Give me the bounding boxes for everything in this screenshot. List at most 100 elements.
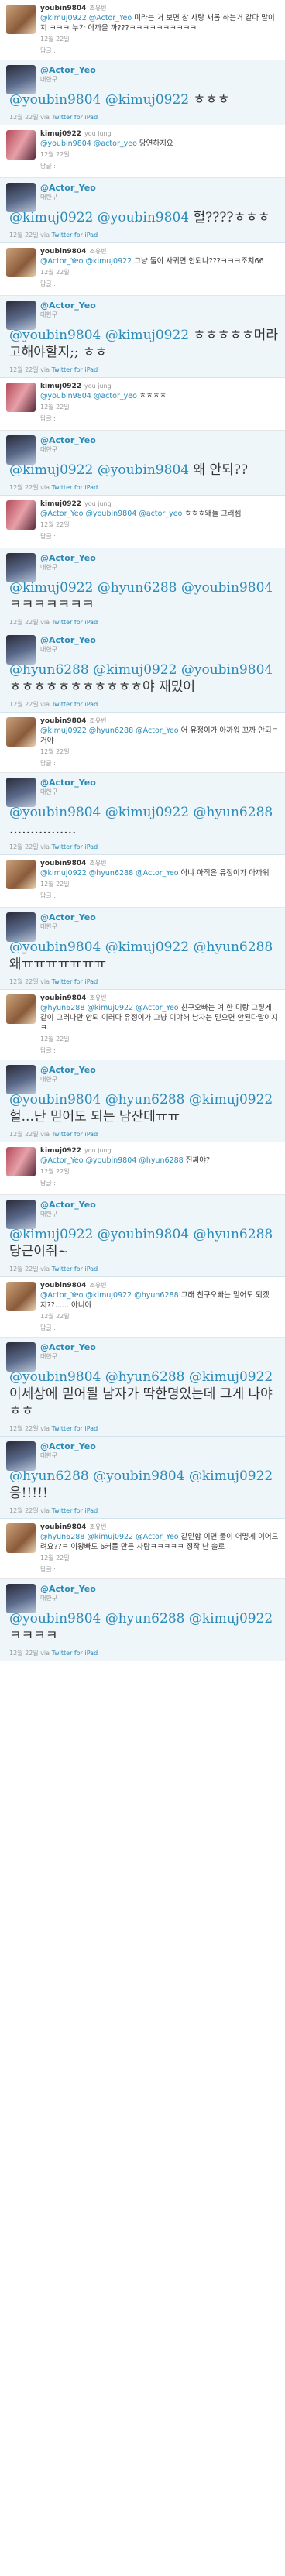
mention-link[interactable]: @youbin9804 — [181, 662, 273, 678]
via-app-link[interactable]: Twitter for iPad — [52, 1131, 98, 1138]
mention-link[interactable]: @kimuj0922 — [105, 92, 189, 108]
avatar[interactable] — [6, 65, 36, 94]
timestamp[interactable]: 12월 22일 — [40, 1167, 280, 1176]
mention-link[interactable]: @kimuj0922 — [87, 1004, 133, 1012]
mention-link[interactable]: @youbin9804 — [9, 92, 101, 108]
avatar[interactable] — [6, 778, 36, 807]
timestamp[interactable]: 12월 22일 — [40, 880, 280, 888]
screen-name-link[interactable]: @Actor_Yeo — [40, 1584, 280, 1594]
via-app-link[interactable]: Twitter for iPad — [52, 1266, 98, 1273]
avatar[interactable] — [6, 248, 36, 277]
screen-name-link[interactable]: youbin9804 — [40, 248, 86, 256]
avatar[interactable] — [6, 5, 36, 34]
timestamp[interactable]: 12월 22일 — [9, 114, 40, 121]
screen-name-link[interactable]: @Actor_Yeo — [40, 435, 280, 445]
avatar[interactable] — [6, 635, 36, 665]
mention-link[interactable]: @actor_yeo — [139, 510, 182, 518]
screen-name-link[interactable]: youbin9804 — [40, 717, 86, 725]
via-app-link[interactable]: Twitter for iPad — [52, 619, 98, 626]
avatar[interactable] — [6, 1282, 36, 1311]
timestamp[interactable]: 12월 22일 — [9, 484, 40, 491]
timestamp[interactable]: 12월 22일 — [9, 1507, 40, 1514]
mention-link[interactable]: @youbin9804 — [9, 939, 101, 955]
timestamp[interactable]: 12월 22일 — [9, 843, 40, 850]
mention-link[interactable]: @hyun6288 — [89, 869, 133, 878]
screen-name-link[interactable]: youbin9804 — [40, 5, 86, 12]
mention-link[interactable]: @kimuj0922 — [40, 14, 87, 22]
avatar[interactable] — [6, 912, 36, 942]
mention-link[interactable]: @hyun6288 — [98, 580, 177, 596]
mention-link[interactable]: @youbin9804 — [93, 1468, 184, 1484]
mention-link[interactable]: @kimuj0922 — [189, 1611, 273, 1626]
mention-link[interactable]: @kimuj0922 — [189, 1468, 273, 1484]
mention-link[interactable]: @youbin9804 — [85, 510, 136, 518]
mention-link[interactable]: @kimuj0922 — [189, 1092, 273, 1108]
mention-link[interactable]: @Actor_Yeo — [40, 1291, 83, 1300]
avatar[interactable] — [6, 1065, 36, 1094]
via-app-link[interactable]: Twitter for iPad — [52, 232, 98, 239]
mention-link[interactable]: @youbin9804 — [9, 328, 101, 343]
avatar[interactable] — [6, 435, 36, 465]
avatar[interactable] — [6, 183, 36, 212]
via-app-link[interactable]: Twitter for iPad — [52, 843, 98, 850]
mention-link[interactable]: @Actor_Yeo — [40, 257, 83, 266]
screen-name-link[interactable]: kimuj0922 — [40, 500, 81, 508]
timestamp[interactable]: 12월 22일 — [40, 35, 280, 43]
mention-link[interactable]: @Actor_Yeo — [136, 726, 178, 735]
mention-link[interactable]: @Actor_Yeo — [40, 1156, 83, 1165]
via-app-link[interactable]: Twitter for iPad — [52, 1507, 98, 1514]
screen-name-link[interactable]: youbin9804 — [40, 1523, 86, 1531]
mention-link[interactable]: @kimuj0922 — [9, 1227, 93, 1242]
screen-name-link[interactable]: @Actor_Yeo — [40, 1441, 280, 1451]
timestamp[interactable]: 12월 22일 — [9, 232, 40, 239]
avatar[interactable] — [6, 553, 36, 582]
mention-link[interactable]: @hyun6288 — [105, 1092, 185, 1108]
mention-link[interactable]: @kimuj0922 — [105, 939, 189, 955]
timestamp[interactable]: 12월 22일 — [40, 1312, 280, 1321]
timestamp[interactable]: 12월 22일 — [9, 366, 40, 373]
avatar[interactable] — [6, 860, 36, 889]
screen-name-link[interactable]: @Actor_Yeo — [40, 778, 280, 788]
mention-link[interactable]: @hyun6288 — [193, 805, 273, 820]
mention-link[interactable]: @kimuj0922 — [105, 328, 189, 343]
timestamp[interactable]: 12월 22일 — [9, 1131, 40, 1138]
via-app-link[interactable]: Twitter for iPad — [52, 366, 98, 373]
avatar[interactable] — [6, 1342, 36, 1372]
screen-name-link[interactable]: @Actor_Yeo — [40, 1200, 280, 1210]
mention-link[interactable]: @kimuj0922 — [105, 805, 189, 820]
screen-name-link[interactable]: youbin9804 — [40, 860, 86, 867]
mention-link[interactable]: @hyun6288 — [40, 1533, 84, 1541]
mention-link[interactable]: @actor_yeo — [94, 139, 137, 148]
screen-name-link[interactable]: kimuj0922 — [40, 383, 81, 390]
mention-link[interactable]: @kimuj0922 — [93, 662, 177, 678]
mention-link[interactable]: @kimuj0922 — [40, 726, 87, 735]
mention-link[interactable]: @kimuj0922 — [9, 210, 93, 225]
timestamp[interactable]: 12월 22일 — [40, 1554, 280, 1562]
mention-link[interactable]: @kimuj0922 — [189, 1369, 273, 1385]
mention-link[interactable]: @hyun6288 — [193, 1227, 273, 1242]
avatar[interactable] — [6, 994, 36, 1024]
avatar[interactable] — [6, 1200, 36, 1229]
screen-name-link[interactable]: @Actor_Yeo — [40, 1065, 280, 1075]
mention-link[interactable]: @hyun6288 — [139, 1156, 183, 1165]
mention-link[interactable]: @youbin9804 — [9, 805, 101, 820]
mention-link[interactable]: @actor_yeo — [94, 392, 137, 400]
mention-link[interactable]: @kimuj0922 — [9, 462, 93, 478]
avatar[interactable] — [6, 1584, 36, 1613]
mention-link[interactable]: @youbin9804 — [98, 1227, 189, 1242]
screen-name-link[interactable]: @Actor_Yeo — [40, 301, 280, 311]
avatar[interactable] — [6, 500, 36, 530]
avatar[interactable] — [6, 1147, 36, 1176]
mention-link[interactable]: @hyun6288 — [105, 1369, 185, 1385]
mention-link[interactable]: @youbin9804 — [98, 462, 189, 478]
mention-link[interactable]: @kimuj0922 — [85, 1291, 132, 1300]
via-app-link[interactable]: Twitter for iPad — [52, 978, 98, 985]
mention-link[interactable]: @kimuj0922 — [87, 1533, 133, 1541]
via-app-link[interactable]: Twitter for iPad — [52, 1650, 98, 1657]
mention-link[interactable]: @Actor_Yeo — [136, 869, 178, 878]
timestamp[interactable]: 12월 22일 — [9, 701, 40, 708]
timestamp[interactable]: 12월 22일 — [40, 1035, 280, 1043]
mention-link[interactable]: @Actor_Yeo — [40, 510, 83, 518]
mention-link[interactable]: @hyun6288 — [105, 1611, 185, 1626]
screen-name-link[interactable]: @Actor_Yeo — [40, 183, 280, 193]
